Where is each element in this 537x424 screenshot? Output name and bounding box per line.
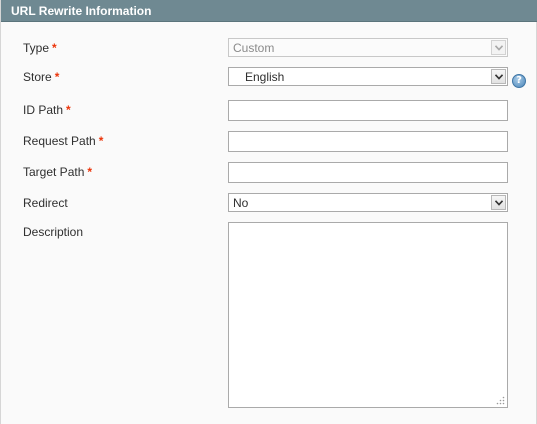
required-mark: * [52,41,57,55]
request-path-input[interactable] [228,131,508,152]
required-mark: * [54,70,60,84]
redirect-select[interactable]: No [228,193,508,212]
store-select-value: English [245,70,285,84]
required-mark: * [66,103,71,117]
chevron-down-icon [491,40,506,55]
description-textarea[interactable] [228,222,508,408]
resize-grip-icon[interactable] [496,396,505,405]
url-rewrite-fieldset: URL Rewrite Information Type * Custom Sto… [0,0,537,424]
target-path-label: Target Path * [23,165,93,179]
type-select-value: Custom [233,41,275,55]
required-mark: * [87,165,93,179]
redirect-select-value: No [233,196,249,210]
store-select[interactable]: English [228,67,508,86]
chevron-down-icon [491,195,506,210]
id-path-input[interactable] [228,100,508,121]
id-path-label: ID Path * [23,103,71,117]
target-path-input[interactable] [228,162,508,183]
chevron-down-icon [491,69,506,84]
description-label: Description [23,225,84,239]
section-header: URL Rewrite Information [1,0,537,22]
type-label: Type * [23,41,57,55]
help-icon[interactable]: ? [512,74,526,88]
section-title: URL Rewrite Information [11,4,152,18]
redirect-label: Redirect [23,196,68,210]
store-label: Store * [23,70,60,84]
required-mark: * [98,134,104,148]
request-path-label: Request Path * [23,134,104,148]
type-select[interactable]: Custom [228,38,508,57]
